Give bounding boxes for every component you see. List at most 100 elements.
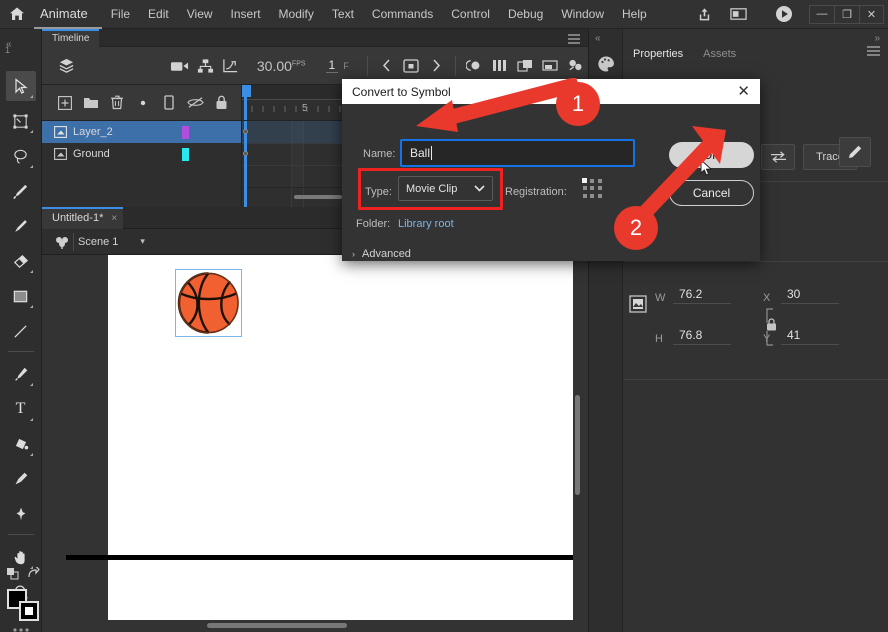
annotation-arrow-1 xyxy=(416,78,580,132)
layer-parenting-icon[interactable] xyxy=(192,47,217,85)
height-value[interactable]: 76.8 xyxy=(673,328,731,345)
minimize-button[interactable]: — xyxy=(809,4,834,24)
paint-brush-tool[interactable] xyxy=(6,176,36,206)
height-field[interactable]: H 76.8 xyxy=(655,328,731,345)
share-icon[interactable] xyxy=(687,0,721,29)
play-icon[interactable] xyxy=(767,0,801,29)
chevron-down-icon[interactable]: ▾ xyxy=(140,236,145,247)
brush-tool[interactable] xyxy=(6,211,36,241)
x-field[interactable]: X 30 xyxy=(763,287,839,304)
menu-item-debug[interactable]: Debug xyxy=(499,0,552,29)
layer-icon xyxy=(54,126,67,138)
rectangle-outline-icon[interactable] xyxy=(156,88,182,118)
frame-label: F xyxy=(343,60,349,71)
toolbar-divider-2 xyxy=(7,534,34,535)
width-field[interactable]: W 76.2 xyxy=(655,287,731,304)
menu-item-text[interactable]: Text xyxy=(323,0,363,29)
rectangle-tool[interactable] xyxy=(6,281,36,311)
new-folder-icon[interactable] xyxy=(78,88,104,118)
color-palette-icon[interactable] xyxy=(597,55,615,76)
menu-item-file[interactable]: File xyxy=(102,0,139,29)
bitmap-icon[interactable] xyxy=(623,291,653,317)
edit-symbols-icon[interactable] xyxy=(54,234,70,253)
eraser-tool[interactable] xyxy=(6,246,36,276)
stage-area[interactable] xyxy=(42,255,588,632)
close-button[interactable]: ✕ xyxy=(859,4,884,24)
camera-icon[interactable] xyxy=(167,47,192,85)
width-tool[interactable] xyxy=(6,499,36,529)
delete-layer-icon[interactable] xyxy=(104,88,130,118)
eyedropper-tool[interactable] xyxy=(6,464,36,494)
lock-aspect-icon[interactable] xyxy=(759,307,785,350)
toolbar-sep-2 xyxy=(455,55,456,76)
lock-icon[interactable] xyxy=(208,88,234,118)
collapse-icon[interactable]: « xyxy=(595,33,601,44)
hamburger-icon[interactable] xyxy=(568,33,580,47)
layer-icon xyxy=(54,148,67,160)
x-value[interactable]: 30 xyxy=(781,287,839,304)
step-badge-1: 1 xyxy=(556,82,600,126)
line-tool[interactable] xyxy=(6,316,36,346)
maximize-button[interactable]: ❐ xyxy=(834,4,859,24)
layer-name: Layer_2 xyxy=(73,126,113,138)
layer-toolbar xyxy=(42,85,242,121)
layer-depth-icon[interactable] xyxy=(54,47,79,85)
hamburger-icon[interactable] xyxy=(867,45,880,59)
close-icon[interactable]: × xyxy=(111,213,117,224)
close-icon[interactable]: ✕ xyxy=(733,84,754,99)
fps-value[interactable]: 30.00FPS xyxy=(257,58,306,74)
graph-editor-icon[interactable] xyxy=(218,47,243,85)
height-label: H xyxy=(655,333,663,345)
folder-link[interactable]: Library root xyxy=(398,218,454,230)
timeline-hscrollbar[interactable] xyxy=(294,195,342,199)
tab-properties[interactable]: Properties xyxy=(623,48,693,60)
new-layer-icon[interactable] xyxy=(52,88,78,118)
name-input[interactable]: Ball xyxy=(400,139,635,167)
pen-tool[interactable] xyxy=(6,359,36,389)
free-transform-tool[interactable] xyxy=(6,106,36,136)
menu-item-edit[interactable]: Edit xyxy=(139,0,178,29)
lasso-tool[interactable] xyxy=(6,141,36,171)
menu-item-insert[interactable]: Insert xyxy=(222,0,270,29)
canvas[interactable] xyxy=(66,255,573,620)
hide-eye-icon[interactable] xyxy=(182,88,208,118)
layout-icon[interactable] xyxy=(721,0,755,29)
document-tab[interactable]: Untitled-1* × xyxy=(42,206,124,229)
layer-row[interactable]: Layer_2 xyxy=(42,121,241,143)
keyframe-dot[interactable] xyxy=(243,151,248,156)
width-value[interactable]: 76.2 xyxy=(673,287,731,304)
text-tool[interactable]: T xyxy=(6,394,36,424)
chevron-right-icon: › xyxy=(352,249,355,259)
registration-grid-icon[interactable] xyxy=(582,178,604,200)
dot-icon[interactable] xyxy=(130,88,156,118)
fps-unit: FPS xyxy=(291,59,306,67)
menu-item-help[interactable]: Help xyxy=(613,0,656,29)
edit-pencil-button[interactable] xyxy=(839,137,871,167)
current-frame-value[interactable]: 1 xyxy=(325,58,339,73)
panel-divider xyxy=(623,261,888,262)
paint-bucket-tool[interactable] xyxy=(6,429,36,459)
swap-button[interactable] xyxy=(761,144,795,170)
stage-horizontal-scrollbar[interactable] xyxy=(207,623,347,628)
tools-panel: « 1 T xyxy=(0,29,42,632)
menu-bar: Animate File Edit View Insert Modify Tex… xyxy=(0,0,888,29)
menu-item-control[interactable]: Control xyxy=(442,0,499,29)
tab-timeline[interactable]: Timeline xyxy=(42,29,100,47)
home-icon[interactable] xyxy=(0,6,34,22)
stage-vertical-scrollbar[interactable] xyxy=(575,395,580,495)
swap-colors-icon[interactable] xyxy=(6,567,20,581)
tabbar-filler xyxy=(99,30,588,47)
reset-colors-icon[interactable] xyxy=(26,567,40,581)
layer-row[interactable]: Ground xyxy=(42,143,241,165)
y-value[interactable]: 41 xyxy=(781,328,839,345)
menu-item-window[interactable]: Window xyxy=(552,0,613,29)
selection-tool[interactable] xyxy=(5,71,36,101)
ground-line xyxy=(66,555,573,560)
menu-item-view[interactable]: View xyxy=(178,0,222,29)
advanced-toggle[interactable]: › Advanced xyxy=(352,248,411,260)
menu-item-modify[interactable]: Modify xyxy=(270,0,323,29)
tab-assets[interactable]: Assets xyxy=(693,48,746,60)
keyframe-dot[interactable] xyxy=(243,129,248,134)
menu-item-commands[interactable]: Commands xyxy=(363,0,442,29)
scene-selector-label[interactable]: Scene 1 xyxy=(78,236,118,248)
